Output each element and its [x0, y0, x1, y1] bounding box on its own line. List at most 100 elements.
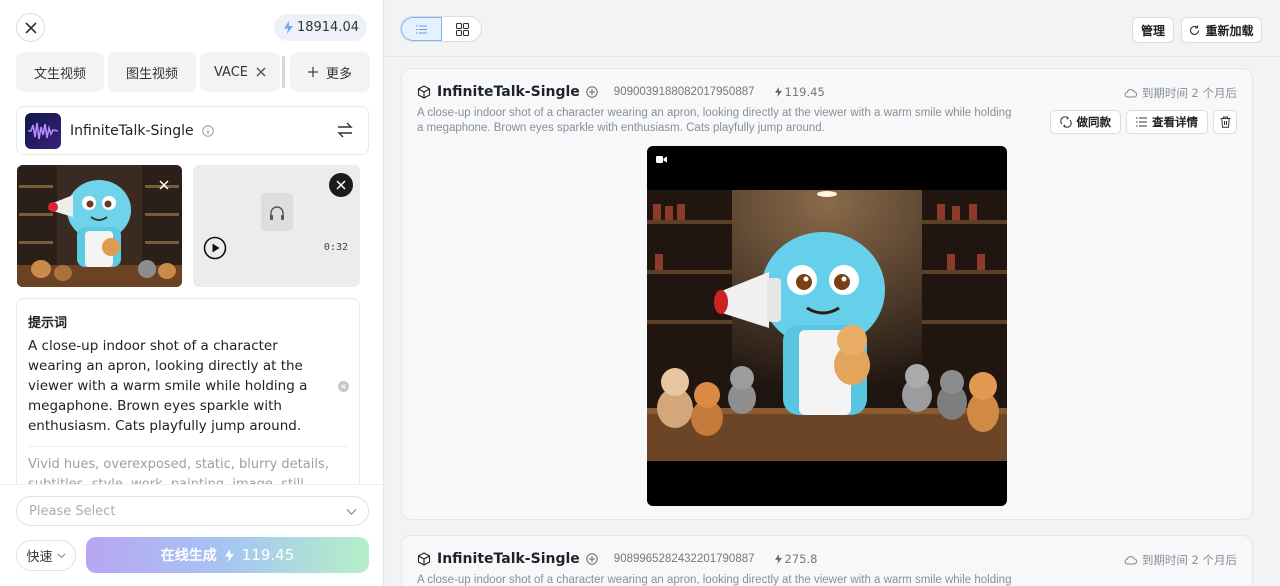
cube-icon	[417, 85, 431, 99]
results-toolbar: 管理 重新加载	[385, 0, 1280, 57]
input-image[interactable]	[17, 165, 182, 287]
expire-text: 到期时间 2 个月后	[1141, 86, 1237, 100]
video-player[interactable]	[647, 146, 1007, 506]
video-camera-icon	[656, 156, 667, 163]
tab-label: 更多	[325, 66, 352, 82]
tab-image-to-video[interactable]: 图生视频	[108, 52, 196, 92]
grid-view-icon	[455, 22, 469, 36]
video-frame	[647, 190, 1007, 461]
task-description: A close-up indoor shot of a character we…	[417, 107, 1012, 134]
close-icon	[159, 180, 169, 190]
tab-label: 图生视频	[125, 66, 178, 82]
cloud-icon	[1124, 89, 1137, 98]
card-actions: 做同款 查看详情	[1049, 110, 1237, 134]
remove-audio-button[interactable]	[329, 173, 353, 197]
make-same-label: 做同款	[1076, 115, 1112, 129]
bolt-icon	[774, 554, 782, 564]
view-detail-label: 查看详情	[1152, 115, 1198, 129]
grid-view-button[interactable]	[442, 17, 481, 41]
audio-file	[261, 193, 293, 231]
remove-image-button[interactable]	[153, 174, 175, 196]
tab-label: VACE	[213, 64, 249, 80]
info-icon[interactable]	[201, 124, 214, 137]
expire-text: 到期时间 2 个月后	[1141, 553, 1237, 567]
cloud-icon	[1124, 556, 1137, 565]
plus-icon	[307, 67, 318, 77]
close-icon	[24, 21, 37, 34]
cube-icon	[417, 552, 431, 566]
credits-badge[interactable]: 18914.04	[273, 14, 367, 41]
clear-icon[interactable]	[338, 381, 349, 392]
headphones-icon	[270, 206, 284, 220]
tab-more[interactable]: 更多	[290, 52, 370, 92]
tab-text-to-video[interactable]: 文生视频	[16, 52, 104, 92]
task-id: 909003918808201795088​7	[613, 86, 755, 98]
input-audio[interactable]: 0:32	[193, 165, 360, 287]
list-view-icon	[416, 25, 427, 33]
prompt-title: 提示词	[28, 316, 68, 331]
tab-label: 文生视频	[33, 66, 86, 82]
plus-circle-icon[interactable]	[586, 553, 598, 565]
chevron-down-icon	[57, 553, 65, 559]
close-icon[interactable]	[256, 67, 266, 77]
generate-button[interactable]: 在线生成 119.45	[86, 537, 369, 573]
reload-label: 重新加载	[1205, 23, 1254, 38]
credits-value: 18914.04	[296, 20, 359, 35]
card-header: InfiniteTalk-Single 90900391880820179508…	[417, 83, 825, 101]
waveform-icon	[28, 122, 59, 139]
bolt-icon	[283, 21, 293, 34]
card-title: InfiniteTalk-Single	[437, 551, 580, 567]
speed-select[interactable]: 快速	[16, 540, 76, 571]
result-card: InfiniteTalk-Single 90899652824322017908…	[401, 535, 1253, 586]
mode-tabs: 文生视频 图生视频 VACE 更多	[16, 52, 370, 92]
refresh-icon	[1190, 25, 1200, 35]
plus-circle-icon[interactable]	[586, 86, 598, 98]
results-panel: 管理 重新加载 InfiniteTalk-Single 909003918808…	[385, 0, 1280, 586]
prompt-panel: 提示词 A close-up indoor shot of a characte…	[16, 298, 360, 498]
task-cost: 275.8	[774, 552, 818, 566]
trash-icon	[1220, 116, 1230, 128]
select-placeholder: Please Select	[29, 503, 116, 519]
play-icon[interactable]	[203, 236, 227, 260]
bolt-icon	[774, 87, 782, 97]
divider	[28, 446, 348, 447]
make-same-button[interactable]: 做同款	[1049, 110, 1121, 134]
task-description: A close-up indoor shot of a character we…	[417, 574, 1012, 586]
speed-label: 快速	[26, 550, 53, 565]
option-select[interactable]: Please Select	[16, 496, 369, 526]
expire-time: 到期时间 2 个月后	[1124, 85, 1237, 101]
close-icon	[336, 180, 346, 190]
card-header: InfiniteTalk-Single 90899652824322017908…	[417, 550, 817, 568]
task-cost-value: 275.8	[784, 552, 818, 566]
tab-vace[interactable]: VACE	[200, 52, 280, 92]
task-cost-value: 119.45	[784, 85, 825, 99]
view-detail-button[interactable]: 查看详情	[1126, 110, 1208, 134]
prompt-input[interactable]: A close-up indoor shot of a character we…	[28, 336, 330, 436]
task-id: 908996528243220179088​7	[613, 553, 755, 565]
left-panel: 18914.04 文生视频 图生视频 VACE 更多 InfiniteTalk-…	[0, 0, 384, 586]
expire-time: 到期时间 2 个月后	[1124, 552, 1237, 568]
delete-button[interactable]	[1213, 110, 1237, 134]
task-cost: 119.45	[774, 85, 825, 99]
tab-divider	[282, 56, 285, 88]
bolt-icon	[224, 548, 234, 562]
copy-style-icon	[1059, 116, 1072, 128]
generate-cost: 119.45	[241, 546, 295, 564]
media-inputs: 0:32	[17, 165, 361, 287]
view-toggle	[400, 16, 482, 42]
model-thumbnail	[25, 112, 61, 149]
model-selector[interactable]: InfiniteTalk-Single	[16, 106, 369, 155]
close-button[interactable]	[16, 13, 45, 42]
manage-label: 管理	[1140, 23, 1165, 38]
model-name: InfiniteTalk-Single	[70, 122, 194, 139]
list-view-button[interactable]	[401, 17, 442, 41]
result-card: InfiniteTalk-Single 90900391880820179508…	[401, 68, 1253, 520]
chevron-down-icon	[346, 509, 357, 515]
audio-duration: 0:32	[323, 242, 348, 253]
reload-button[interactable]: 重新加载	[1181, 17, 1262, 43]
detail-list-icon	[1136, 117, 1147, 127]
swap-icon[interactable]	[336, 121, 354, 139]
generate-label: 在线生成	[160, 548, 217, 564]
app-root: 18914.04 文生视频 图生视频 VACE 更多 InfiniteTalk-…	[0, 0, 1280, 586]
manage-button[interactable]: 管理	[1132, 17, 1174, 43]
